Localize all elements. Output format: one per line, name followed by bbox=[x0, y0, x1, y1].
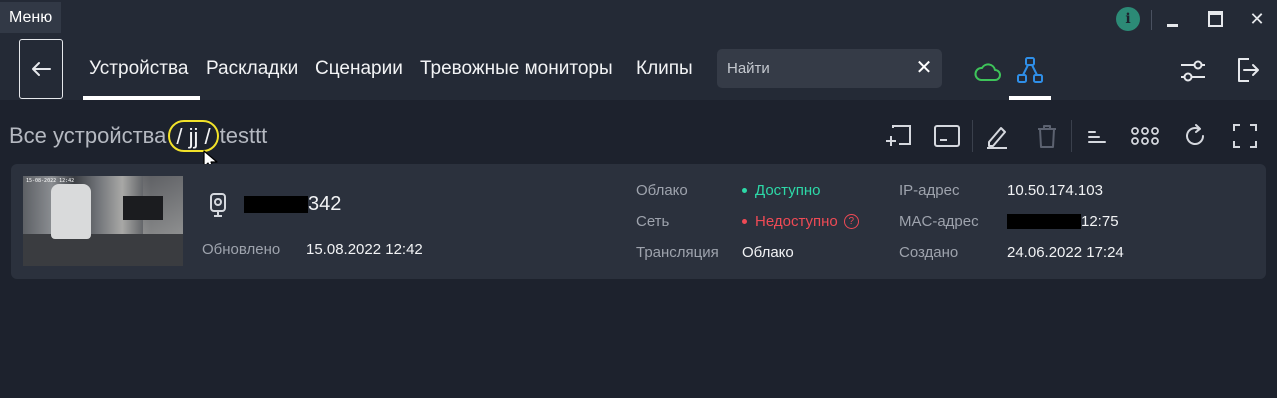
breadcrumb-folder-highlighted[interactable]: / jj / bbox=[168, 120, 219, 152]
updated-label: Обновлено bbox=[202, 241, 281, 258]
fullscreen-button[interactable] bbox=[1230, 121, 1260, 151]
filter-settings-button[interactable] bbox=[1178, 57, 1208, 85]
list-view-button[interactable] bbox=[1082, 121, 1112, 151]
redacted-text bbox=[244, 195, 308, 213]
camera-icon bbox=[210, 193, 226, 217]
add-folder-button[interactable] bbox=[932, 121, 962, 151]
created-value: 24.06.2022 17:24 bbox=[1007, 244, 1124, 261]
clear-search-icon[interactable]: ✕ bbox=[915, 58, 933, 78]
toolbar-divider bbox=[1071, 120, 1072, 152]
mac-value: 12:75 bbox=[1007, 213, 1119, 230]
breadcrumb-current: testtt bbox=[219, 123, 268, 148]
device-card[interactable]: 15-08-2022 12:42 342 Обновлено 15.08.202… bbox=[11, 164, 1266, 279]
delete-icon bbox=[1038, 125, 1056, 148]
cloud-view-button[interactable] bbox=[968, 52, 1008, 92]
mac-value-suffix: 12:75 bbox=[1081, 213, 1119, 230]
back-button[interactable] bbox=[19, 39, 63, 99]
network-label: Сеть bbox=[636, 213, 670, 230]
top-bar: Меню i ✕ Устройства Раскладки Сценарии Т… bbox=[0, 0, 1277, 100]
minimize-icon[interactable] bbox=[1162, 6, 1182, 32]
add-device-button[interactable] bbox=[884, 121, 914, 151]
ip-label: IP-адрес bbox=[899, 182, 960, 199]
add-folder-icon bbox=[934, 125, 960, 147]
list-view-icon bbox=[1088, 131, 1106, 143]
status-dot-error bbox=[742, 219, 747, 224]
logout-button[interactable] bbox=[1235, 55, 1261, 85]
grid-view-icon bbox=[1131, 127, 1159, 145]
active-tab-indicator bbox=[83, 96, 200, 100]
search-box: ✕ bbox=[717, 49, 942, 88]
created-label: Создано bbox=[899, 244, 959, 261]
redacted-text bbox=[1007, 214, 1081, 229]
sliders-icon bbox=[1181, 60, 1205, 82]
breadcrumb: Все устройства / jj / testtt bbox=[9, 120, 267, 152]
network-status-text: Недоступно bbox=[755, 213, 838, 230]
edit-icon bbox=[987, 127, 1007, 149]
ip-value: 10.50.174.103 bbox=[1007, 182, 1103, 199]
arrow-left-icon bbox=[32, 62, 51, 76]
tab-clips[interactable]: Клипы bbox=[636, 50, 693, 100]
refresh-button[interactable] bbox=[1180, 121, 1210, 151]
network-view-button[interactable] bbox=[1009, 52, 1051, 100]
fullscreen-icon bbox=[1233, 124, 1257, 148]
maximize-icon[interactable] bbox=[1205, 6, 1225, 32]
updated-value: 15.08.2022 12:42 bbox=[306, 241, 423, 258]
device-name-suffix: 342 bbox=[308, 192, 342, 215]
tab-devices[interactable]: Устройства bbox=[89, 50, 189, 100]
window-controls-divider bbox=[1151, 10, 1152, 30]
device-preview-thumbnail[interactable]: 15-08-2022 12:42 bbox=[23, 176, 183, 266]
network-status: Недоступно ? bbox=[742, 213, 859, 230]
status-dot-ok bbox=[742, 188, 747, 193]
cloud-status-text: Доступно bbox=[755, 182, 821, 199]
delete-button[interactable] bbox=[1032, 121, 1062, 151]
breadcrumb-root[interactable]: Все устройства bbox=[9, 123, 166, 149]
cloud-label: Облако bbox=[636, 182, 688, 199]
info-icon[interactable]: i bbox=[1116, 7, 1140, 31]
tab-layouts[interactable]: Раскладки bbox=[206, 50, 298, 100]
add-device-icon bbox=[886, 125, 911, 146]
toolbar-divider bbox=[972, 120, 973, 152]
device-name: 342 bbox=[244, 192, 341, 216]
tab-alarm-monitors[interactable]: Тревожные мониторы bbox=[420, 50, 613, 100]
search-input[interactable] bbox=[727, 49, 907, 88]
thumbnail-timestamp: 15-08-2022 12:42 bbox=[26, 178, 75, 184]
mac-label: MAC-адрес bbox=[899, 213, 979, 230]
logout-icon bbox=[1238, 58, 1259, 82]
close-window-icon[interactable]: ✕ bbox=[1247, 6, 1267, 32]
cloud-icon bbox=[974, 63, 1001, 81]
refresh-icon bbox=[1186, 124, 1204, 145]
edit-button[interactable] bbox=[982, 121, 1012, 151]
menu-button[interactable]: Меню bbox=[0, 2, 62, 33]
stream-value: Облако bbox=[742, 244, 794, 261]
cloud-status: Доступно bbox=[742, 182, 820, 199]
tab-scenarios[interactable]: Сценарии bbox=[315, 50, 403, 100]
network-topology-icon bbox=[1017, 57, 1043, 83]
help-icon[interactable]: ? bbox=[843, 214, 859, 229]
grid-view-button[interactable] bbox=[1130, 121, 1160, 151]
stream-label: Трансляция bbox=[636, 244, 719, 261]
